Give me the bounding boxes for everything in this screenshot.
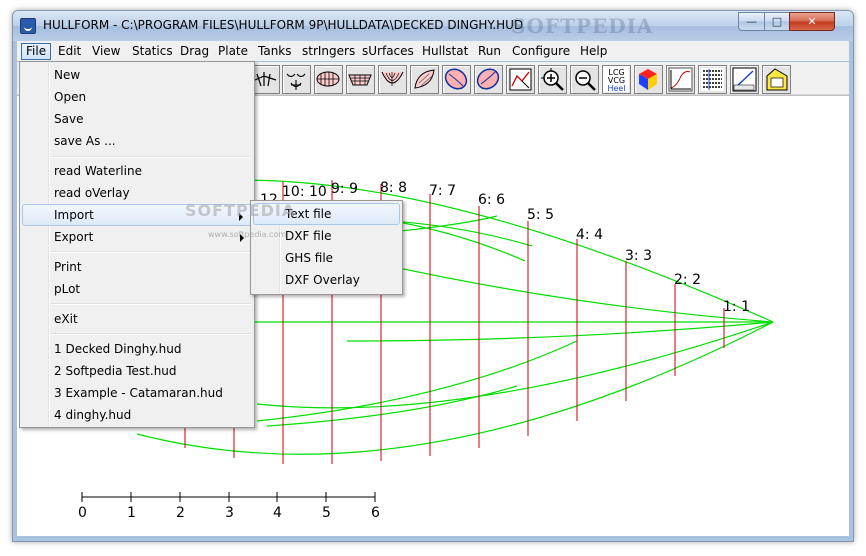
scale-bar [81, 492, 376, 502]
lcg-vcg-heel-icon[interactable]: LCG VCG Heel [602, 65, 631, 94]
scale-tick-4: 4 [273, 505, 282, 521]
scale-tick-6: 6 [371, 505, 380, 521]
speed-graph-icon[interactable] [730, 65, 759, 94]
maximize-button[interactable]: □ [764, 12, 790, 31]
menu-view[interactable]: View [87, 43, 125, 60]
menu-item-read-waterline[interactable]: read Waterline [22, 160, 252, 182]
lines-view-icon[interactable] [251, 65, 280, 94]
heel-label: Heel [607, 84, 625, 93]
scale-tick-0: 0 [78, 505, 87, 521]
station-label-10: 10: 10 [282, 184, 327, 200]
scale-tick-3: 3 [225, 505, 234, 521]
menu-item-plot[interactable]: pLot [22, 278, 252, 300]
hull-perspective-1-icon[interactable] [442, 65, 471, 94]
minimize-button[interactable]: — [738, 12, 765, 31]
scale-tick-2: 2 [176, 505, 185, 521]
station-label-6: 6: 6 [478, 192, 505, 208]
menu-separator [51, 303, 251, 305]
menu-item-new[interactable]: New [22, 64, 252, 86]
lower-waterline [256, 321, 774, 409]
station-sections-icon[interactable] [314, 65, 343, 94]
menu-tanks[interactable]: Tanks [253, 43, 297, 60]
scale-tick-1: 1 [127, 505, 136, 521]
watermark-text: SOFTPEDIA [511, 14, 654, 38]
menu-item-import-label: Import [54, 208, 94, 222]
station-label-9: 9: 9 [331, 181, 358, 197]
station-label-8: 8: 8 [380, 180, 407, 196]
menu-edit[interactable]: Edit [53, 43, 86, 60]
scale-tick-5: 5 [322, 505, 331, 521]
station-label-5: 5: 5 [527, 207, 554, 223]
menu-configure[interactable]: Configure [507, 43, 575, 60]
recent-file-3[interactable]: 3 Example - Catamaran.hud [22, 382, 252, 404]
plan-rotate-icon[interactable] [410, 65, 439, 94]
menu-separator [51, 156, 251, 158]
menu-item-save-as[interactable]: save As ... [22, 130, 252, 152]
menu-drag[interactable]: Drag [175, 43, 214, 60]
menu-item-print[interactable]: Print [22, 256, 252, 278]
hull-perspective-2-icon[interactable] [474, 65, 503, 94]
menu-hullstat[interactable]: Hullstat [417, 43, 473, 60]
upper-diagonal [366, 260, 774, 323]
submenu-item-dxf-overlay[interactable]: DXF Overlay [253, 269, 400, 291]
graph-window-icon[interactable] [506, 65, 535, 94]
station-label-3: 3: 3 [625, 248, 652, 264]
menu-file[interactable]: File [21, 43, 52, 60]
menu-stringers[interactable]: strIngers [297, 43, 360, 60]
menu-bar: File Edit View Statics Drag Plate Tanks … [17, 41, 849, 61]
calculator-icon[interactable] [762, 65, 791, 94]
title-bar[interactable]: HULLFORM - C:\PROGRAM FILES\HULLFORM 9P\… [13, 11, 853, 41]
menu-item-export-label: Export [54, 230, 94, 244]
menu-plate[interactable]: Plate [213, 43, 253, 60]
station-label-4: 4: 4 [576, 227, 603, 243]
recent-file-4[interactable]: 4 dinghy.hud [22, 404, 252, 426]
softpedia-watermark: SOFTPEDIA [185, 201, 296, 220]
station-label-7: 7: 7 [429, 183, 456, 199]
offsets-table-icon[interactable] [698, 65, 727, 94]
lower-diagonal [346, 321, 774, 342]
menu-item-exit[interactable]: eXit [22, 308, 252, 330]
color-render-icon[interactable] [634, 65, 663, 94]
file-menu-dropdown: New Open Save save As ... read Waterline… [19, 61, 255, 428]
waterlines-icon[interactable] [346, 65, 375, 94]
menu-separator [51, 251, 251, 253]
softpedia-url-watermark: www.softpedia.com [208, 230, 287, 239]
window-title: HULLFORM - C:\PROGRAM FILES\HULLFORM 9P\… [43, 18, 524, 32]
menu-run[interactable]: Run [473, 43, 506, 60]
menu-separator [51, 333, 251, 335]
app-icon[interactable] [20, 18, 36, 34]
body-plan-icon[interactable] [282, 65, 311, 94]
zoom-out-icon[interactable] [570, 65, 599, 94]
menu-item-open[interactable]: Open [22, 86, 252, 108]
submenu-item-ghs-file[interactable]: GHS file [253, 247, 400, 269]
station-label-2: 2: 2 [674, 272, 701, 288]
bow-body-icon[interactable] [378, 65, 407, 94]
menu-item-save[interactable]: Save [22, 108, 252, 130]
menu-statics[interactable]: Statics [127, 43, 178, 60]
recent-file-2[interactable]: 2 Softpedia Test.hud [22, 360, 252, 382]
resistance-curve-icon[interactable] [666, 65, 695, 94]
close-button[interactable]: ✕ [789, 12, 835, 31]
station-label-1: 1: 1 [723, 299, 750, 315]
menu-help[interactable]: Help [575, 43, 612, 60]
zoom-in-icon[interactable] [538, 65, 567, 94]
recent-file-1[interactable]: 1 Decked Dinghy.hud [22, 338, 252, 360]
menu-surfaces[interactable]: sUrfaces [357, 43, 419, 60]
